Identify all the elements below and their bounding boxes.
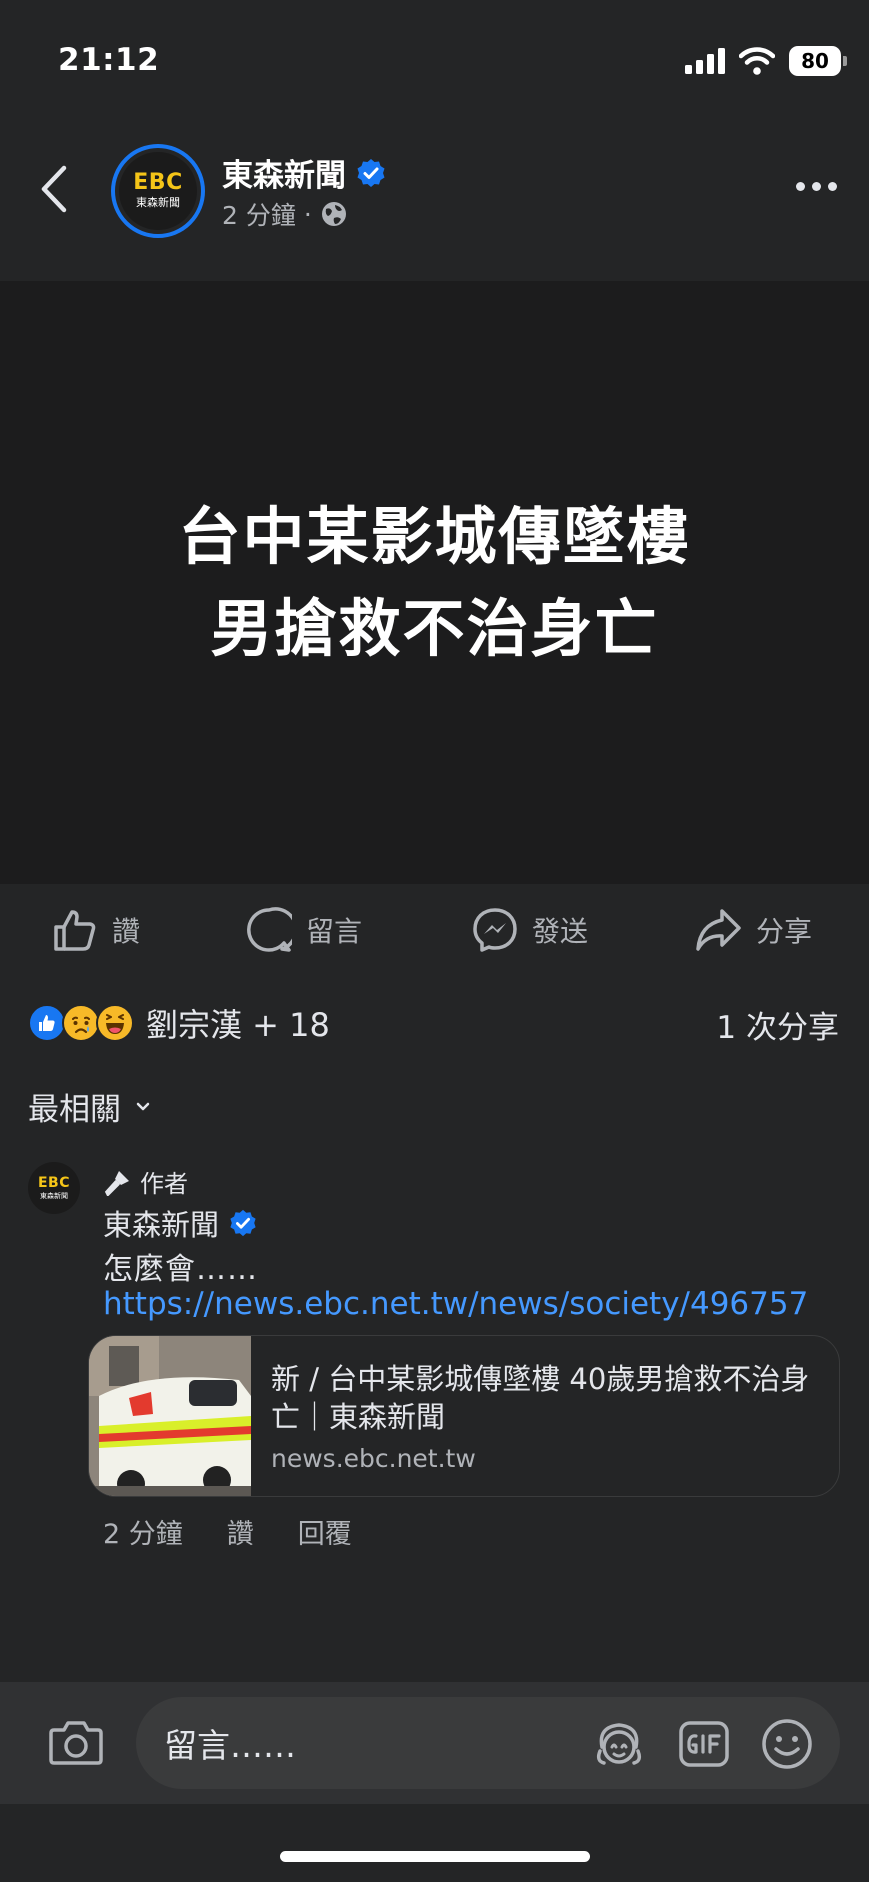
author-badge-label: 作者 <box>140 1170 188 1198</box>
haha-reaction-icon <box>96 1004 134 1042</box>
back-button[interactable] <box>36 164 76 214</box>
comment-sort-dropdown[interactable]: 最相關 <box>28 1084 151 1129</box>
share-count[interactable]: 1 次分享 <box>716 1002 839 1047</box>
comment-footer: 2 分鐘 讚 回覆 <box>103 1512 352 1551</box>
signal-icon <box>685 48 725 74</box>
sad-reaction-icon <box>62 1004 100 1042</box>
share-arrow-icon <box>696 909 741 951</box>
comment-input[interactable]: 留言…… <box>136 1697 840 1789</box>
send-label: 發送 <box>532 915 589 948</box>
more-options-button[interactable] <box>796 182 837 191</box>
share-label: 分享 <box>756 915 813 948</box>
comment-text: 怎麼會…… <box>103 1252 258 1287</box>
post-media[interactable]: 台中某影城傳墜樓 男搶救不治身亡 <box>0 281 869 884</box>
link-preview-card[interactable]: 新 / 台中某影城傳墜樓 40歲男搶救不治身亡｜東森新聞 news.ebc.ne… <box>88 1335 840 1497</box>
page-name[interactable]: 東森新聞 <box>222 150 386 195</box>
link-thumbnail <box>89 1336 251 1496</box>
link-title: 新 / 台中某影城傳墜樓 40歲男搶救不治身亡｜東森新聞 <box>271 1362 810 1434</box>
globe-icon <box>321 202 346 226</box>
microphone-icon <box>104 1170 129 1196</box>
comment-link[interactable]: https://news.ebc.net.tw/news/society/496… <box>103 1286 808 1322</box>
messenger-icon <box>473 908 517 952</box>
more-dot-icon <box>812 182 821 191</box>
link-domain: news.ebc.net.tw <box>271 1444 476 1473</box>
chevron-left-icon <box>41 165 67 213</box>
chevron-down-icon <box>136 1102 150 1110</box>
verified-badge-icon <box>230 1209 256 1237</box>
page-avatar[interactable]: EBC 東森新聞 <box>111 144 205 238</box>
emoji-button[interactable] <box>760 1717 814 1771</box>
author-badge: 作者 <box>104 1164 188 1199</box>
thumbs-up-icon <box>54 910 96 951</box>
comment-label: 留言 <box>306 915 363 948</box>
comment-time: 2 分鐘 <box>103 1519 183 1550</box>
avatar-subtitle: 東森新聞 <box>40 1191 68 1200</box>
reactor-names: 劉宗漢 + 18 <box>146 1006 330 1044</box>
like-label: 讚 <box>112 915 141 948</box>
ebc-logo: EBC <box>133 170 183 195</box>
avatar-sticker-button[interactable] <box>592 1717 646 1771</box>
like-button[interactable]: 讚 <box>52 900 140 960</box>
media-headline-line2: 男搶救不治身亡 <box>210 591 659 665</box>
comment-bubble-icon <box>247 907 292 952</box>
gif-button[interactable] <box>677 1717 731 1771</box>
page-name-text: 東森新聞 <box>222 158 346 194</box>
ambulance-image <box>89 1336 251 1496</box>
more-dot-icon <box>828 182 837 191</box>
comment-button[interactable]: 留言 <box>246 900 362 960</box>
avatar-subtitle: 東森新聞 <box>136 196 180 209</box>
comment-reply-button[interactable]: 回覆 <box>298 1512 352 1551</box>
wifi-icon <box>739 47 775 75</box>
comment-author[interactable]: 東森新聞 <box>103 1202 257 1244</box>
media-headline-line1: 台中某影城傳墜樓 <box>178 499 691 573</box>
avatar-sticker-icon <box>596 1723 642 1765</box>
ebc-logo: EBC <box>37 1174 70 1191</box>
comment-avatar[interactable]: EBC 東森新聞 <box>28 1162 80 1214</box>
camera-icon <box>49 1721 103 1765</box>
gif-icon <box>679 1721 729 1767</box>
camera-button[interactable] <box>48 1718 104 1768</box>
status-icons: 80 <box>685 46 847 76</box>
comment-author-name: 東森新聞 <box>103 1208 220 1242</box>
sort-label: 最相關 <box>28 1092 121 1128</box>
post-time: 2 分鐘 <box>222 201 296 230</box>
send-button[interactable]: 發送 <box>472 900 588 960</box>
battery-indicator: 80 <box>789 46 847 76</box>
smiley-icon <box>762 1719 812 1769</box>
comment-input-placeholder: 留言…… <box>164 1726 296 1765</box>
like-reaction-icon <box>28 1004 66 1042</box>
home-indicator <box>280 1851 590 1862</box>
comment-like-button[interactable]: 讚 <box>227 1512 254 1551</box>
more-dot-icon <box>796 182 805 191</box>
post-meta: 2 分鐘 · <box>222 196 348 232</box>
meta-separator: · <box>303 199 312 229</box>
share-button[interactable]: 分享 <box>694 900 812 960</box>
verified-badge-icon <box>357 158 385 187</box>
status-time: 21:12 <box>58 42 160 78</box>
reactions-summary[interactable]: 劉宗漢 + 18 <box>28 1000 330 1046</box>
